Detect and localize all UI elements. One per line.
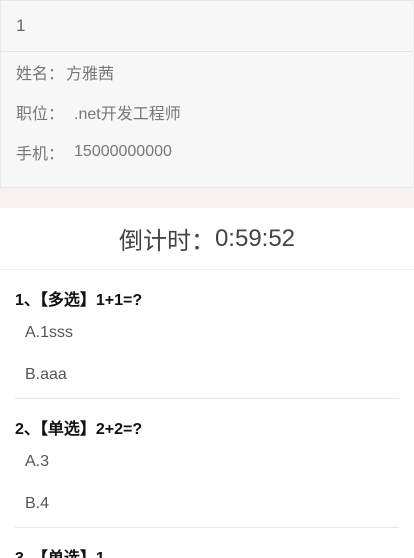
countdown-label: 倒计时： xyxy=(118,228,215,255)
phone-value: 15000000000 xyxy=(74,143,172,160)
candidate-id: 1 xyxy=(1,1,413,52)
answer-option[interactable]: A.1sss xyxy=(15,312,399,354)
phone-row: 手机： 15000000000 xyxy=(1,132,413,172)
candidate-info-card: 1 姓名： 方雅茜 职位： .net开发工程师 手机： 15000000000 xyxy=(0,0,414,188)
answer-option[interactable]: B.aaa xyxy=(15,354,399,396)
name-row: 姓名： 方雅茜 xyxy=(1,52,413,92)
position-row: 职位： .net开发工程师 xyxy=(1,92,413,132)
question-item: 1、【多选】1+1=? A.1sss B.aaa xyxy=(15,270,399,399)
name-label: 姓名： xyxy=(16,66,65,83)
phone-label: 手机： xyxy=(16,146,65,163)
answer-option[interactable]: B.4 xyxy=(15,483,399,525)
question-list: 1、【多选】1+1=? A.1sss B.aaa 2、【单选】2+2=? A.3… xyxy=(0,270,414,558)
countdown-timer: 倒计时： 0:59:52 xyxy=(0,208,414,270)
section-divider-band xyxy=(0,188,414,208)
question-item: 2、【单选】2+2=? A.3 B.4 xyxy=(15,399,399,528)
position-label: 职位： xyxy=(16,106,65,123)
question-item: 3、【单选】1 xyxy=(15,528,399,558)
exam-page: 1 姓名： 方雅茜 职位： .net开发工程师 手机： 15000000000 … xyxy=(0,0,414,558)
countdown-time: 0:59:52 xyxy=(214,224,296,252)
position-value: .net开发工程师 xyxy=(74,106,181,123)
question-title: 1、【多选】1+1=? xyxy=(15,292,143,309)
question-title: 3、【单选】1 xyxy=(15,528,399,558)
name-value: 方雅茜 xyxy=(66,66,115,83)
question-title: 2、【单选】2+2=? xyxy=(15,421,143,438)
answer-option[interactable]: A.3 xyxy=(15,441,399,483)
